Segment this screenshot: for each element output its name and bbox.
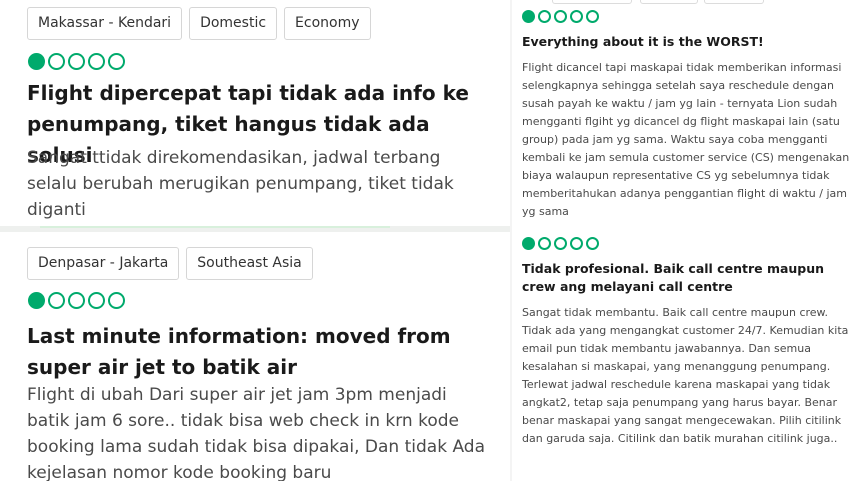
review-body: Sangat ttidak direkomendasikan, jadwal t…	[27, 148, 454, 220]
tag-region[interactable]: Southeast Asia	[186, 247, 313, 280]
rating-bubble-empty	[108, 292, 125, 309]
tag-cabin[interactable]: Economy	[284, 7, 371, 40]
review-tags: Makassar - Kendari Domestic Economy	[27, 7, 371, 40]
rating-bubble-empty	[586, 10, 599, 23]
rating-bubble-empty	[48, 53, 65, 70]
review-title[interactable]: Tidak profesional. Baik call centre maup…	[522, 260, 847, 296]
review-card-makassar-kendari: Makassar - Kendari Domestic Economy Flig…	[0, 0, 510, 226]
rating-bubble-filled	[28, 53, 45, 70]
rating-bubble-empty	[88, 53, 105, 70]
rating-bubble-empty	[48, 292, 65, 309]
rating-bubble-filled	[522, 237, 535, 250]
tag-partial	[552, 0, 632, 4]
tag-route[interactable]: Makassar - Kendari	[27, 7, 183, 40]
rating-bubble-empty	[570, 237, 583, 250]
review-title[interactable]: Everything about it is the WORST!	[522, 33, 847, 51]
rating-bubble-empty	[538, 237, 551, 250]
review-body: Sangat tidak membantu. Baik call centre …	[522, 306, 849, 445]
tag-partial	[640, 0, 698, 4]
rating-bubble-empty	[538, 10, 551, 23]
rating-bubble-empty	[108, 53, 125, 70]
rating-bubble-empty	[586, 237, 599, 250]
tag-route[interactable]: Denpasar - Jakarta	[27, 247, 180, 280]
rating-bubble-filled	[522, 10, 535, 23]
review-card-worst: Everything about it is the WORST! Flight…	[512, 0, 851, 229]
review-title[interactable]: Last minute information: moved from supe…	[27, 321, 502, 383]
review-body: Flight di ubah Dari super air jet jam 3p…	[27, 385, 485, 481]
rating-bubbles	[522, 10, 599, 23]
review-card-denpasar-jakarta: Denpasar - Jakarta Southeast Asia Last m…	[0, 232, 510, 481]
rating-bubbles	[28, 292, 125, 309]
rating-bubble-empty	[570, 10, 583, 23]
review-tags: Denpasar - Jakarta Southeast Asia	[27, 247, 313, 280]
rating-bubble-empty	[68, 53, 85, 70]
rating-bubble-empty	[554, 10, 567, 23]
rating-bubble-empty	[88, 292, 105, 309]
tag-partial	[704, 0, 764, 4]
rating-bubble-empty	[68, 292, 85, 309]
tag-region[interactable]: Domestic	[189, 7, 278, 40]
rating-bubble-empty	[554, 237, 567, 250]
rating-bubbles	[522, 237, 599, 250]
review-card-tidak-profesional: Tidak profesional. Baik call centre maup…	[512, 229, 851, 481]
rating-bubbles	[28, 53, 125, 70]
rating-bubble-filled	[28, 292, 45, 309]
review-body: Flight dicancel tapi maskapai tidak memb…	[522, 61, 850, 218]
